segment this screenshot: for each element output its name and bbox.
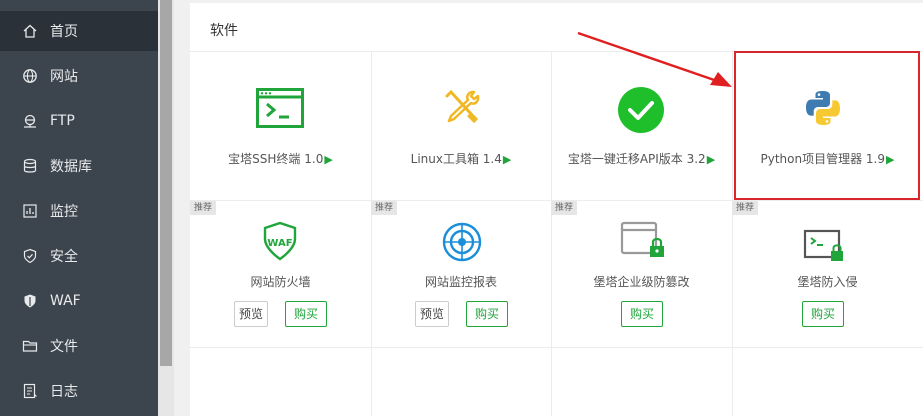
sidebar-item-label: 监控 xyxy=(50,204,78,220)
sidebar-item-waf[interactable]: WAF xyxy=(0,281,158,321)
buy-button[interactable]: 购买 xyxy=(802,301,844,327)
software-name: 堡塔企业级防篡改 xyxy=(593,275,690,289)
recommend-badge: 推荐 xyxy=(190,201,217,215)
preview-button[interactable]: 预览 xyxy=(415,301,449,327)
sidebar-item-logs[interactable]: 日志 xyxy=(0,371,158,411)
buy-button[interactable]: 购买 xyxy=(466,301,508,327)
home-icon xyxy=(22,23,38,39)
ftp-icon xyxy=(22,113,38,129)
sidebar-item-website[interactable]: 网站 xyxy=(0,56,158,96)
waf-shield-icon: WAF xyxy=(262,221,298,265)
software-card-site-monitor: 推荐 网站监控报表 预览 购买 xyxy=(371,201,551,347)
intrusion-terminal-icon xyxy=(803,229,847,269)
shield-icon xyxy=(22,248,38,264)
recommend-badge: 推荐 xyxy=(732,201,759,215)
svg-text:WAF: WAF xyxy=(267,238,292,249)
software-card-tamper-proof: 推荐 堡塔企业级防篡改 购买 xyxy=(551,201,732,347)
scrollbar-thumb[interactable] xyxy=(160,0,172,366)
lock-window-icon xyxy=(620,221,668,265)
database-icon xyxy=(22,158,38,174)
sidebar-item-label: 数据库 xyxy=(50,159,92,175)
recommend-badge: 推荐 xyxy=(371,201,398,215)
sidebar-item-label: 首页 xyxy=(50,24,78,40)
play-icon: ▶ xyxy=(706,153,716,166)
log-icon xyxy=(22,383,38,399)
globe-icon xyxy=(22,68,38,84)
software-name[interactable]: 宝塔一键迁移API版本 3.2▶ xyxy=(551,150,732,167)
sidebar-item-security[interactable]: 安全 xyxy=(0,236,158,276)
highlight-box xyxy=(734,51,920,200)
software-card-linux-toolbox[interactable]: Linux工具箱 1.4▶ xyxy=(371,52,551,200)
sidebar: 首页 网站 FTP 数据库 监控 安全 WAF 文件 日志 xyxy=(0,0,158,416)
preview-button[interactable]: 预览 xyxy=(234,301,268,327)
buy-button[interactable]: 购买 xyxy=(621,301,663,327)
sidebar-item-label: 网站 xyxy=(50,69,78,85)
sidebar-item-monitor[interactable]: 监控 xyxy=(0,191,158,231)
sidebar-item-label: WAF xyxy=(50,293,81,309)
play-icon: ▶ xyxy=(502,153,512,166)
sidebar-item-files[interactable]: 文件 xyxy=(0,326,158,366)
software-card-waf: 推荐 WAF 网站防火墙 预览 购买 xyxy=(190,201,371,347)
play-icon: ▶ xyxy=(324,153,333,166)
software-name: 网站监控报表 xyxy=(424,275,497,289)
annotation-arrow xyxy=(577,31,732,87)
radar-icon xyxy=(442,222,482,266)
sidebar-item-label: FTP xyxy=(50,113,75,129)
sidebar-item-label: 安全 xyxy=(50,249,78,265)
terminal-icon xyxy=(256,88,304,132)
software-card-intrusion-prevention: 推荐 堡塔防入侵 购买 xyxy=(732,201,923,347)
sidebar-item-database[interactable]: 数据库 xyxy=(0,146,158,186)
sidebar-item-label: 文件 xyxy=(50,339,78,355)
sidebar-item-ftp[interactable]: FTP xyxy=(0,101,158,141)
waf-icon xyxy=(22,293,38,309)
folder-icon xyxy=(22,338,38,354)
panel-header: 软件 xyxy=(190,3,923,52)
sidebar-item-label: 日志 xyxy=(50,384,78,400)
sidebar-scrollbar[interactable] xyxy=(158,0,174,416)
sidebar-item-home[interactable]: 首页 xyxy=(0,11,158,51)
panel-title: 软件 xyxy=(210,23,238,39)
grid-divider xyxy=(190,347,923,348)
monitor-icon xyxy=(22,203,38,219)
software-name[interactable]: 宝塔SSH终端 1.0▶ xyxy=(190,150,371,167)
software-name: 网站防火墙 xyxy=(250,275,311,289)
tools-icon xyxy=(441,86,481,130)
recommend-badge: 推荐 xyxy=(551,201,578,215)
software-card-ssh-terminal[interactable]: 宝塔SSH终端 1.0▶ xyxy=(190,52,371,200)
buy-button[interactable]: 购买 xyxy=(285,301,327,327)
software-name[interactable]: Linux工具箱 1.4▶ xyxy=(371,150,551,167)
software-name: 堡塔防入侵 xyxy=(797,275,858,289)
